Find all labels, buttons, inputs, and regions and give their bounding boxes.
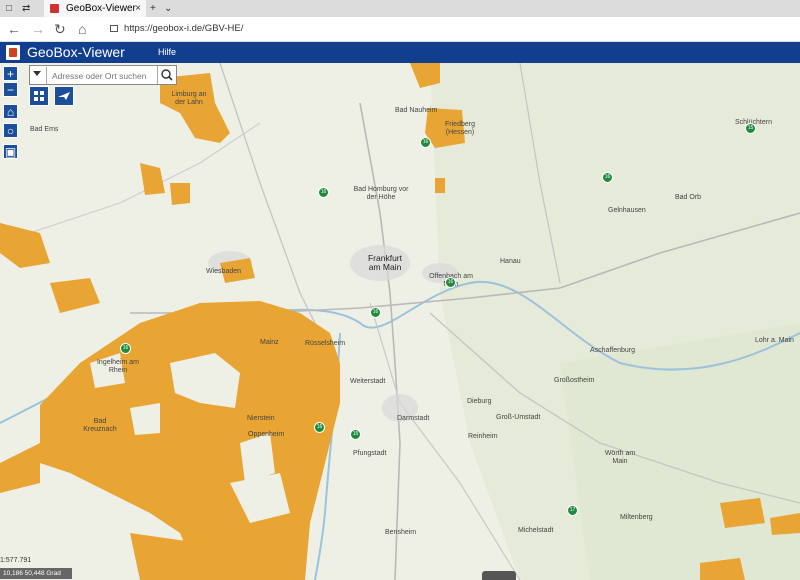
place-label: Aschaffenburg xyxy=(590,347,636,354)
plane-icon xyxy=(58,92,70,100)
place-label: Bad Ems xyxy=(30,126,59,133)
map-marker[interactable]: 15 xyxy=(745,123,756,134)
place-label: Bad Homburg vor der Höhe xyxy=(353,186,409,201)
place-label: Bad Orb xyxy=(675,194,702,201)
browser-tab[interactable]: GeoBox-Viewer × xyxy=(44,0,146,17)
locate-button[interactable]: ○ xyxy=(3,123,18,138)
search-button[interactable] xyxy=(157,66,176,84)
tools-button[interactable] xyxy=(54,86,74,106)
city-label: Frankfurt am Main xyxy=(367,253,402,272)
refresh-icon[interactable]: ↻ xyxy=(54,20,66,38)
close-tab-icon[interactable]: × xyxy=(135,0,141,17)
set-aside-tabs-icon[interactable]: ⇄ xyxy=(22,0,30,17)
place-label: Großostheim xyxy=(554,377,595,384)
map-marker[interactable]: 16 xyxy=(314,422,325,433)
lock-icon xyxy=(110,25,118,32)
map-base-svg xyxy=(0,63,800,580)
url-text: https://geobox-i.de/GBV-HE/ xyxy=(124,23,244,34)
map-marker[interactable]: 16 xyxy=(445,277,456,288)
place-label: Dieburg xyxy=(467,398,492,405)
geobox-logo-icon xyxy=(6,45,20,60)
search-input[interactable] xyxy=(46,67,162,84)
place-label: Wiesbaden xyxy=(206,268,242,275)
map-marker[interactable]: 16 xyxy=(120,343,131,354)
place-label: Darmstadt xyxy=(397,415,430,422)
tab-title: GeoBox-Viewer xyxy=(66,3,136,14)
place-label: Bensheim xyxy=(385,529,417,536)
zoom-out-button[interactable]: − xyxy=(3,82,18,97)
home-view-button[interactable]: ⌂ xyxy=(3,104,18,119)
place-label: Bad Nauheim xyxy=(395,107,438,114)
app-header: GeoBox-Viewer Hilfe xyxy=(0,42,800,63)
place-label: Weiterstadt xyxy=(350,378,386,385)
search-box xyxy=(29,65,177,85)
map-marker[interactable]: 16 xyxy=(318,187,329,198)
place-label: Pfungstadt xyxy=(353,450,387,457)
layers-grid-button[interactable] xyxy=(29,86,49,106)
scale-text: 1:577.791 xyxy=(0,557,32,564)
place-label: Limburg an der Lahn xyxy=(171,91,207,106)
place-label: Gelnhausen xyxy=(608,207,646,214)
place-label: Michelstadt xyxy=(518,527,554,534)
place-label: Groß-Umstadt xyxy=(496,414,541,421)
browser-tab-bar: □ ⇄ GeoBox-Viewer × + ⌄ xyxy=(0,0,800,17)
map-canvas[interactable]: Bad Ems Bad Nauheim Friedberg (Hessen) S… xyxy=(0,63,800,580)
place-label: Ingelheim am Rhein xyxy=(96,359,140,374)
zoom-in-button[interactable]: + xyxy=(3,66,18,81)
place-label: Friedberg (Hessen) xyxy=(445,121,475,136)
search-icon xyxy=(161,69,173,81)
home-icon[interactable]: ⌂ xyxy=(78,20,86,38)
tab-list-chevron-icon[interactable]: ⌄ xyxy=(164,0,172,17)
chevron-down-icon[interactable] xyxy=(33,71,41,76)
map-marker[interactable]: 15 xyxy=(350,429,361,440)
place-label: Wörth am Main xyxy=(604,450,636,465)
place-label: Lohr a. Main xyxy=(755,337,794,344)
place-label: Miltenberg xyxy=(620,514,653,521)
forward-icon[interactable]: → xyxy=(31,20,45,38)
tab-favicon-icon xyxy=(50,4,59,13)
map-marker[interactable]: 17 xyxy=(567,505,578,516)
map-marker[interactable]: 16 xyxy=(370,307,381,318)
app-title: GeoBox-Viewer xyxy=(27,44,125,60)
map-marker[interactable]: 16 xyxy=(420,137,431,148)
grid-icon xyxy=(34,91,44,101)
new-tab-icon[interactable]: + xyxy=(150,0,156,17)
fullscreen-button[interactable]: ▣ xyxy=(3,144,18,159)
address-bar: ← → ↻ ⌂ https://geobox-i.de/GBV-HE/ xyxy=(0,17,800,42)
help-menu[interactable]: Hilfe xyxy=(158,46,176,59)
place-label: Rüsselsheim xyxy=(305,340,346,347)
tab-actions-icon[interactable]: □ xyxy=(6,0,12,17)
place-label: Oppenheim xyxy=(248,431,285,438)
place-label: Reinheim xyxy=(468,433,498,440)
place-label: Hanau xyxy=(500,258,521,265)
place-label: Mainz xyxy=(260,339,279,346)
back-icon[interactable]: ← xyxy=(7,20,21,38)
place-label: Bad Kreuznach xyxy=(83,418,117,433)
map-marker[interactable]: 16 xyxy=(602,172,613,183)
coordinate-readout: 10,186 50,448 Grad xyxy=(0,568,72,579)
panel-toggle-handle[interactable] xyxy=(482,571,516,580)
url-field[interactable]: https://geobox-i.de/GBV-HE/ xyxy=(104,20,794,38)
place-label: Nierstein xyxy=(247,415,275,422)
